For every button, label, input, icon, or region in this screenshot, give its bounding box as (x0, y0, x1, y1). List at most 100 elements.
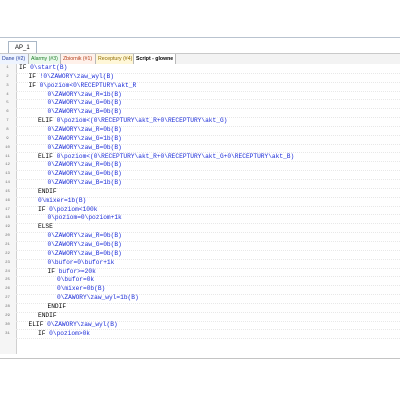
code-line[interactable]: 27 0\ZAWORY\zaw_wyl=1b(B) (0, 294, 400, 304)
line-number: 3 (6, 83, 9, 88)
line-number: 30 (5, 322, 10, 327)
line-number: 4 (6, 92, 9, 97)
code-expression: 0\ZAWORY\zaw_G=1b(B) (47, 134, 122, 142)
code-expression: 0\ZAWORY\zaw_G=0b(B) (47, 170, 122, 178)
code-expression: 0\ZAWORY\zaw_R=0b(B) (47, 125, 122, 133)
code-keyword: ELIF (28, 320, 44, 328)
tab-receptury[interactable]: Receptury (#4) (96, 54, 134, 64)
code-line[interactable]: 30 ELIF 0\ZAWORY\zaw_wyl(B) (0, 320, 400, 331)
code-text: 0\ZAWORY\zaw_B=0b(B) (48, 250, 122, 259)
code-line[interactable]: 29 ENDIF (0, 311, 400, 322)
line-number: 1 (6, 66, 9, 70)
code-line[interactable]: 10 0\ZAWORY\zaw_B=0b(B) (0, 143, 400, 154)
code-text: IF 0\poziom<0\RECEPTURY\akt_R (29, 82, 137, 91)
line-number: 31 (5, 331, 10, 336)
code-text: 0\ZAWORY\zaw_G=0b(B) (48, 99, 122, 108)
code-expression: 0\ZAWORY\zaw_B=0b(B) (47, 249, 122, 257)
code-expression: 0\ZAWORY\zaw_B=1b(B) (47, 179, 122, 187)
code-line[interactable]: 23 0\bufor=0\bufor+1k (0, 259, 400, 269)
code-line[interactable]: 19 ELSE (0, 223, 400, 234)
code-expression: 0\ZAWORY\zaw_B=0b(B) (47, 108, 122, 116)
line-number: 25 (5, 278, 10, 283)
tab-dane[interactable]: Dane (#2) (0, 54, 29, 64)
line-number: 16 (5, 198, 10, 203)
code-line[interactable]: 4 0\ZAWORY\zaw_R=1b(B) (0, 91, 400, 101)
code-editor[interactable]: 1 IF 0\start(B) 2 IF !0\ZAWORY\zaw_wyl(B) 3 I… (0, 64, 400, 354)
code-line[interactable]: 12 0\ZAWORY\zaw_R=0b(B) (0, 161, 400, 172)
code-text: ELIF 0\poziom<(0\RECEPTURY\akt_R+0\RECEP… (38, 153, 294, 162)
code-line[interactable]: 15 ENDIF (0, 188, 400, 198)
code-line[interactable]: 16 0\mixer=1b(B) (0, 197, 400, 207)
code-line[interactable]: 5 0\ZAWORY\zaw_G=0b(B) (0, 99, 400, 110)
line-number: 19 (5, 225, 10, 230)
line-number: 12 (5, 163, 10, 168)
line-number: 13 (5, 172, 10, 177)
line-number: 9 (6, 136, 9, 141)
code-text: IF !0\ZAWORY\zaw_wyl(B) (29, 73, 114, 82)
code-text: 0\mixer=0b(B) (57, 285, 105, 294)
tab-script-glowne[interactable]: Script - glowne (134, 54, 176, 64)
code-text: ENDIF (48, 303, 67, 312)
code-expression: !0\ZAWORY\zaw_wyl(B) (35, 72, 114, 80)
code-keyword: IF (28, 72, 36, 80)
code-expression: 0\ZAWORY\zaw_R=1b(B) (47, 90, 122, 98)
code-expression: 0\poziom<100k (45, 205, 98, 213)
line-number: 26 (5, 287, 10, 292)
code-line[interactable]: 17 IF 0\poziom<100k (0, 205, 400, 216)
code-keyword: ELSE (38, 223, 53, 231)
code-text: IF 0\poziom>0k (38, 330, 90, 339)
tab-alarmy[interactable]: Alarmy (#3) (29, 54, 61, 64)
code-text: 0\ZAWORY\zaw_R=1b(B) (48, 91, 122, 100)
code-keyword: ENDIF (38, 311, 57, 319)
code-line[interactable]: 9 0\ZAWORY\zaw_G=1b(B) (0, 135, 400, 145)
code-text: 0\ZAWORY\zaw_B=1b(B) (48, 179, 122, 188)
line-number: 21 (5, 243, 10, 247)
line-number: 10 (5, 145, 10, 150)
code-line[interactable]: 13 0\ZAWORY\zaw_G=0b(B) (0, 170, 400, 181)
code-keyword: ELIF (38, 152, 53, 160)
line-number: 22 (5, 251, 10, 256)
code-text: 0\mixer=1b(B) (38, 197, 86, 206)
code-line[interactable]: 3 IF 0\poziom<0\RECEPTURY\akt_R (0, 82, 400, 92)
code-line[interactable]: 22 0\ZAWORY\zaw_B=0b(B) (0, 250, 400, 260)
code-line[interactable]: 11 ELIF 0\poziom<(0\RECEPTURY\akt_R+0\REC… (0, 153, 400, 163)
code-expression: 0\poziom<(0\RECEPTURY\akt_R+0\RECEPTURY\… (52, 152, 295, 160)
code-expression: 0\ZAWORY\zaw_R=0b(B) (47, 161, 122, 169)
line-number: 18 (5, 216, 10, 221)
code-line[interactable]: 1 IF 0\start(B) (0, 64, 400, 74)
code-text: 0\bufor=0\bufor+1k (48, 259, 115, 268)
tab-zbiornik[interactable]: Zbiornik (#1) (61, 54, 96, 64)
code-line[interactable]: 7 ELIF 0\poziom<(0\RECEPTURY\akt_R+0\RECE… (0, 117, 400, 127)
code-text: 0\ZAWORY\zaw_G=0b(B) (48, 170, 122, 179)
code-expression: 0\mixer=0b(B) (57, 285, 106, 293)
code-expression: bufor>=20k (54, 267, 96, 275)
code-line[interactable]: 8 0\ZAWORY\zaw_R=0b(B) (0, 125, 400, 136)
code-expression: 0\bufor=0k (57, 276, 95, 284)
line-number: 11 (5, 154, 10, 159)
code-line[interactable]: 24 IF bufor>=20k (0, 267, 400, 278)
code-text: 0\ZAWORY\zaw_wyl=1b(B) (57, 294, 139, 303)
code-keyword: IF (28, 81, 36, 89)
code-text: 0\ZAWORY\zaw_G=1b(B) (48, 135, 122, 144)
line-number: 2 (6, 74, 9, 79)
code-line[interactable]: 25 0\bufor=0k (0, 276, 400, 287)
code-line[interactable]: 31 IF 0\poziom>0k (0, 330, 400, 340)
code-line[interactable]: 26 0\mixer=0b(B) (0, 285, 400, 296)
code-expression: 0\ZAWORY\zaw_B=0b(B) (47, 143, 122, 151)
code-line[interactable]: 6 0\ZAWORY\zaw_B=0b(B) (0, 108, 400, 119)
code-expression: 0\poziom>0k (45, 329, 90, 337)
code-line[interactable]: 21 0\ZAWORY\zaw_G=0b(B) (0, 241, 400, 251)
code-line[interactable]: 2 IF !0\ZAWORY\zaw_wyl(B) (0, 73, 400, 83)
line-number: 20 (5, 234, 10, 239)
code-line[interactable]: 14 0\ZAWORY\zaw_B=1b(B) (0, 179, 400, 189)
code-keyword: ENDIF (47, 302, 67, 310)
code-expression: 0\poziom=0\poziom+1k (47, 214, 122, 222)
code-expression: 0\poziom<0\RECEPTURY\akt_R (35, 81, 137, 89)
code-expression: 0\ZAWORY\zaw_G=0b(B) (47, 241, 122, 248)
code-text: 0\bufor=0k (57, 276, 94, 285)
code-line[interactable]: 28 ENDIF (0, 303, 400, 313)
code-line[interactable]: 20 0\ZAWORY\zaw_R=0b(B) (0, 232, 400, 242)
code-line[interactable]: 18 0\poziom=0\poziom+1k (0, 214, 400, 225)
code-text: 0\ZAWORY\zaw_B=0b(B) (48, 108, 122, 117)
code-expression: 0\ZAWORY\zaw_G=0b(B) (47, 99, 122, 107)
